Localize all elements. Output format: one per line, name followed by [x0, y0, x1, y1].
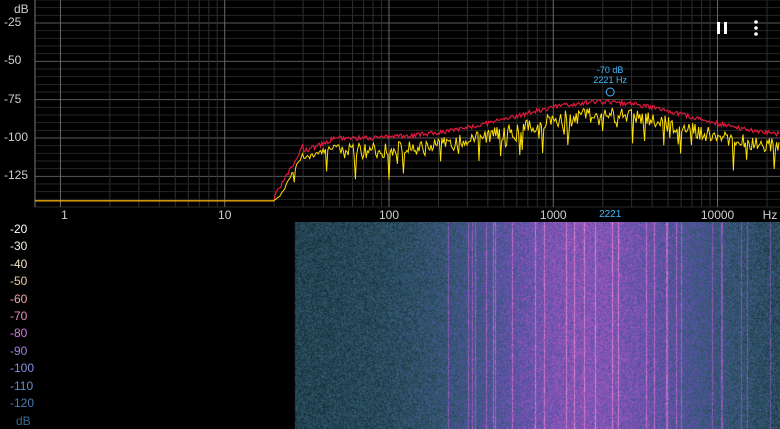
- peak-db-label: -70 dB: [596, 65, 624, 75]
- spectrogram-scale-label: -100: [10, 361, 35, 376]
- spectrogram-scale-label: -90: [10, 343, 28, 358]
- x-tick-label: 10000: [700, 208, 735, 222]
- spectrogram[interactable]: [0, 222, 780, 429]
- x-tick-label: 1: [61, 208, 68, 222]
- peak-hz-label: 2221 Hz: [593, 75, 627, 85]
- x-tick-label: 1000: [539, 208, 567, 222]
- live-trace: [35, 107, 780, 202]
- more-vertical-icon: [754, 20, 758, 36]
- y-unit-label: dB: [14, 2, 29, 16]
- spectrogram-scale-label: -40: [10, 256, 28, 271]
- spectrum-grid: [34, 0, 780, 208]
- pause-icon: [717, 22, 727, 34]
- spectrogram-scale-label: -20: [10, 222, 28, 236]
- spectrogram-unit-label: dB: [16, 414, 31, 428]
- spectrum-plot[interactable]: [0, 0, 780, 222]
- spectrogram-scale-label: -110: [10, 378, 34, 393]
- peak-frequency-axis-label: 2221: [599, 209, 622, 220]
- spectrogram-scale-label: -50: [10, 274, 28, 289]
- peak-readout: -70 dB 2221 Hz: [593, 65, 627, 85]
- spectrogram-scale-label: -30: [10, 239, 28, 254]
- spectrogram-scale-label: -80: [10, 326, 28, 341]
- x-tick-label: 100: [378, 208, 399, 222]
- spectrogram-scale-label: -70: [10, 309, 28, 323]
- y-tick-label: -50: [4, 53, 22, 68]
- y-tick-label: -125: [4, 168, 29, 183]
- pause-button[interactable]: [712, 18, 732, 38]
- y-tick-label: -25: [4, 15, 22, 29]
- more-options-button[interactable]: [746, 18, 766, 38]
- y-tick-label: -75: [4, 91, 22, 106]
- spectrogram-scale-label: -60: [10, 291, 28, 306]
- x-tick-label: 10: [218, 208, 232, 222]
- spectrogram-scale-label: -120: [10, 396, 35, 410]
- x-unit-label: Hz: [762, 208, 778, 222]
- y-tick-label: -100: [4, 130, 29, 144]
